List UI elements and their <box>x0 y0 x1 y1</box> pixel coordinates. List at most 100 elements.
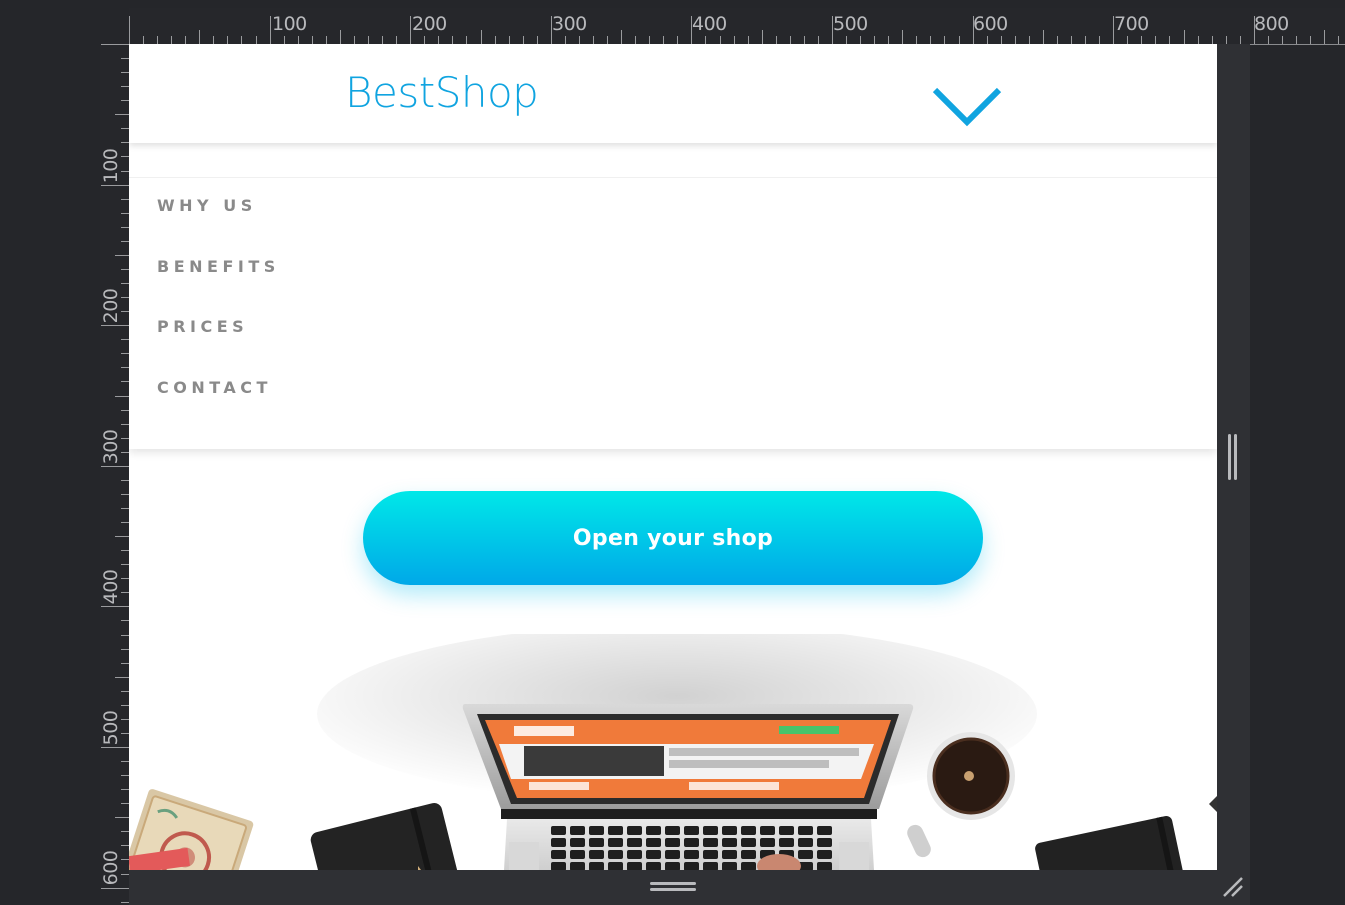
keyboard-key <box>570 850 585 859</box>
keyboard-key <box>646 826 661 835</box>
ruler-tick <box>1155 36 1157 44</box>
ruler-tick <box>466 36 468 44</box>
nav-item-prices[interactable]: PRICES <box>157 317 248 336</box>
speaker-grille <box>839 842 869 870</box>
ruler-tick <box>311 36 313 44</box>
vertical-resize-handle-icon[interactable] <box>1227 434 1237 480</box>
nav-menu: WHY US BENEFITS PRICES CONTACT <box>129 143 1217 449</box>
horizontal-ruler: 100 200 300 400 500 600 700 800 <box>129 8 1345 45</box>
ruler-tick <box>1253 16 1255 44</box>
screen-line <box>669 760 829 768</box>
ruler-tick <box>1338 36 1340 44</box>
ruler-label: 500 <box>833 13 868 35</box>
ruler-tick <box>480 30 482 44</box>
ruler-tick <box>410 16 412 44</box>
screen-line <box>529 782 589 790</box>
keyboard-key <box>608 838 623 847</box>
ruler-label: 300 <box>552 13 587 35</box>
resize-corner-icon[interactable] <box>1220 874 1246 900</box>
keyboard-key <box>684 862 699 870</box>
screen-line <box>669 748 859 756</box>
ruler-tick <box>396 36 398 44</box>
ruler-tick <box>621 30 623 44</box>
keyboard-key <box>608 862 623 870</box>
menu-toggle-button[interactable] <box>929 82 1005 130</box>
ruler-tick <box>649 36 651 44</box>
keyboard-key <box>589 862 604 870</box>
ruler-label: 100 <box>100 148 122 184</box>
keyboard-key <box>760 838 775 847</box>
ruler-tick <box>733 36 735 44</box>
ruler-tick <box>115 395 129 397</box>
nav-item-contact[interactable]: CONTACT <box>157 378 272 397</box>
keyboard-key <box>665 838 680 847</box>
ruler-tick <box>121 901 129 903</box>
ruler-tick <box>121 170 129 172</box>
nav-item-benefits[interactable]: BENEFITS <box>157 257 280 276</box>
nav-divider <box>129 177 1217 178</box>
ruler-tick <box>368 36 370 44</box>
ruler-label: 800 <box>1254 13 1289 35</box>
ruler-tick <box>1141 36 1143 44</box>
site-logo[interactable]: BestShop <box>345 68 539 117</box>
ruler-tick <box>115 536 129 538</box>
ruler-tick <box>1014 36 1016 44</box>
keyboard-key <box>741 862 756 870</box>
ruler-tick <box>115 114 129 116</box>
ruler-tick <box>255 36 257 44</box>
keyboard-key <box>646 862 661 870</box>
ruler-tick <box>157 36 159 44</box>
ruler-tick <box>101 184 129 186</box>
ruler-tick <box>747 36 749 44</box>
ruler-tick <box>143 36 145 44</box>
chevron-down-icon <box>932 87 1002 127</box>
ruler-tick <box>121 507 129 509</box>
ruler-label: 100 <box>272 13 307 35</box>
open-shop-button[interactable]: Open your shop <box>363 491 983 585</box>
ruler-label: 200 <box>412 13 447 35</box>
ruler-tick <box>860 36 862 44</box>
keyboard-key <box>817 826 832 835</box>
screen-photo <box>524 746 664 776</box>
keyboard-key <box>551 838 566 847</box>
keyboard-key <box>817 850 832 859</box>
keyboard-key <box>627 826 642 835</box>
ruler-tick <box>874 36 876 44</box>
nav-item-why-us[interactable]: WHY US <box>157 196 257 215</box>
ruler-tick <box>227 36 229 44</box>
ruler-tick <box>199 30 201 44</box>
ruler-tick <box>789 36 791 44</box>
ruler-tick <box>1113 16 1115 44</box>
ruler-tick <box>121 381 129 383</box>
ruler-tick <box>121 311 129 313</box>
ruler-tick <box>121 423 129 425</box>
ruler-tick <box>775 36 777 44</box>
ruler-tick <box>1211 36 1213 44</box>
ruler-tick <box>121 578 129 580</box>
ruler-tick <box>121 845 129 847</box>
ruler-tick <box>121 831 129 833</box>
ruler-tick <box>1197 36 1199 44</box>
ruler-tick <box>325 36 327 44</box>
ruler-tick <box>121 592 129 594</box>
ruler-label: 200 <box>100 288 122 324</box>
ruler-tick <box>1324 30 1326 44</box>
ruler-tick <box>121 212 129 214</box>
keyboard-key <box>760 826 775 835</box>
keyboard-key <box>627 862 642 870</box>
ruler-tick <box>677 36 679 44</box>
ruler-tick <box>1225 36 1227 44</box>
ruler-tick <box>121 451 129 453</box>
ruler-tick <box>121 156 129 158</box>
ruler-label: 400 <box>100 569 122 605</box>
ruler-tick <box>1295 36 1297 44</box>
keyboard-key <box>608 850 623 859</box>
ruler-tick <box>121 226 129 228</box>
keyboard-key <box>722 838 737 847</box>
ruler-tick <box>803 36 805 44</box>
ruler-tick <box>817 36 819 44</box>
ruler-tick <box>121 268 129 270</box>
horizontal-resize-handle-icon[interactable] <box>650 881 696 893</box>
keyboard-key <box>627 850 642 859</box>
keyboard-key <box>589 838 604 847</box>
